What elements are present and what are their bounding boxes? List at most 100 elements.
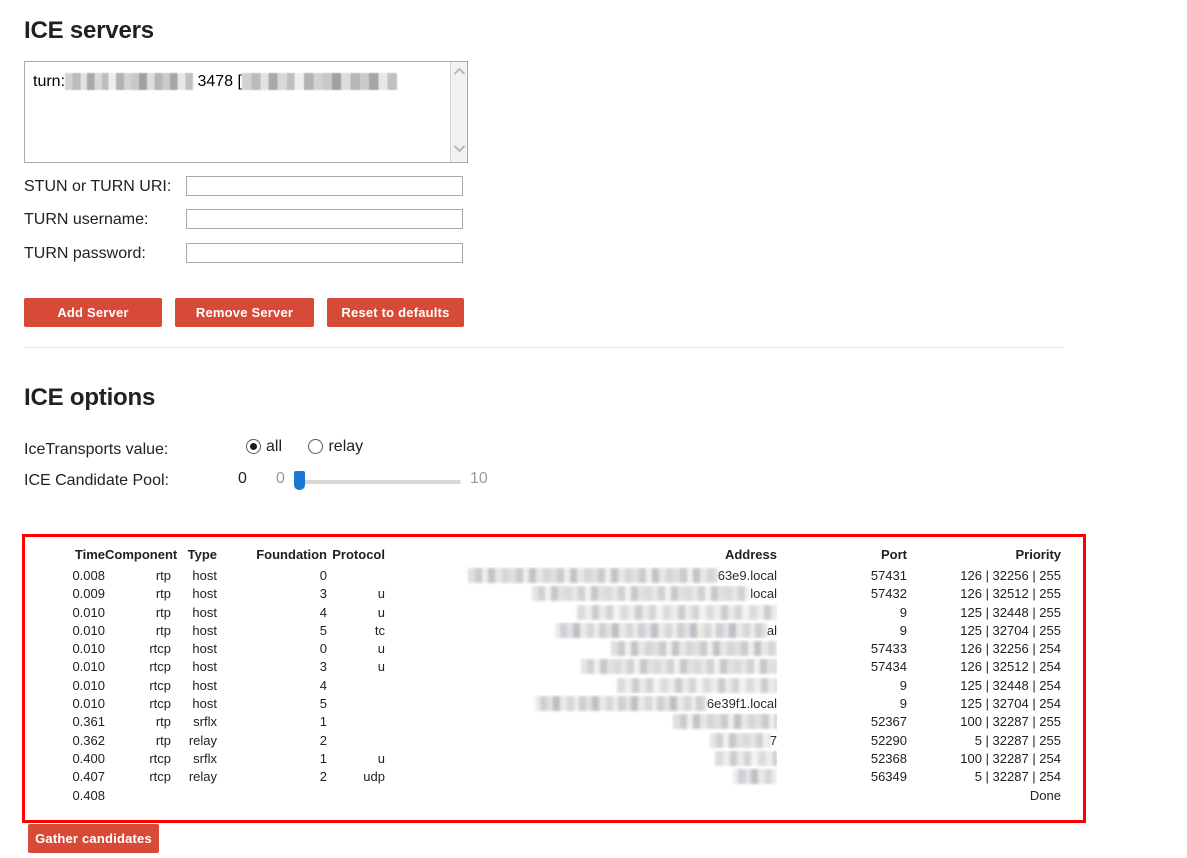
table-row: 0.010 rtp host 4 u 9 125 | 32448 | 255 xyxy=(49,604,1061,622)
cell-time: 0.010 xyxy=(72,696,105,712)
ice-candidate-pool-label: ICE Candidate Pool: xyxy=(24,472,169,489)
cell-priority: 100 | 32287 | 255 xyxy=(960,714,1061,730)
header-protocol: Protocol xyxy=(332,547,385,562)
cell-component: rtp xyxy=(155,568,171,583)
redacted-credentials xyxy=(241,73,397,90)
cell-foundation: 1 xyxy=(319,714,327,730)
cell-priority: 5 | 32287 | 254 xyxy=(974,769,1061,785)
cell-component: rtp xyxy=(155,714,171,730)
remove-server-button[interactable]: Remove Server xyxy=(175,298,314,327)
cell-foundation: 2 xyxy=(319,732,327,748)
address-visible-suffix: 7 xyxy=(769,732,777,748)
cell-component: rtcp xyxy=(149,769,171,785)
cell-component: rtcp xyxy=(149,641,171,657)
cell-address xyxy=(385,787,777,805)
cell-component xyxy=(105,787,171,805)
radio-dot-all-icon[interactable] xyxy=(246,439,261,454)
candidates-table: Time Component Type Foundation Protocol … xyxy=(49,547,1061,805)
cell-type xyxy=(171,787,217,805)
cell-priority: 125 | 32704 | 255 xyxy=(960,622,1061,638)
cell-component: rtcp xyxy=(149,659,171,675)
radio-label-all: all xyxy=(266,438,283,455)
chevron-up-icon[interactable] xyxy=(451,65,468,82)
cell-time: 0.010 xyxy=(72,622,105,638)
header-port: Port xyxy=(881,547,907,562)
radio-dot-relay-icon[interactable] xyxy=(308,439,324,454)
cell-component: rtcp xyxy=(149,750,171,766)
cell-protocol: u xyxy=(377,604,385,620)
table-row: 0.008 rtp host 0 63e9.local 57431 126 | 32256 … xyxy=(49,567,1061,585)
stun-turn-uri-input[interactable] xyxy=(186,176,463,196)
cell-time: 0.407 xyxy=(72,769,105,785)
cell-type: host xyxy=(192,586,217,602)
cell-protocol xyxy=(327,677,385,695)
chevron-down-icon[interactable] xyxy=(451,142,468,159)
trickle-ice-page: ICE servers turn: 3478 [ STUN or TURN UR… xyxy=(0,0,1187,858)
ice-server-entry-prefix: turn: xyxy=(33,73,66,90)
turn-username-label: TURN username: xyxy=(24,211,149,228)
header-foundation: Foundation xyxy=(256,547,327,562)
gather-candidates-button[interactable]: Gather candidates xyxy=(28,824,159,853)
cell-protocol xyxy=(327,567,385,585)
cell-port: 9 xyxy=(899,696,907,712)
cell-address: local xyxy=(385,585,777,603)
cell-priority: 126 | 32256 | 255 xyxy=(960,568,1061,583)
redacted-address xyxy=(467,568,718,583)
cell-protocol: u xyxy=(377,659,385,675)
cell-address xyxy=(385,604,777,622)
turn-username-input[interactable] xyxy=(186,209,463,229)
turn-password-input[interactable] xyxy=(186,243,463,263)
icetransports-label: IceTransports value: xyxy=(24,441,169,458)
redacted-address xyxy=(673,714,777,730)
redacted-address xyxy=(534,696,707,712)
radio-option-relay[interactable]: relay xyxy=(308,438,363,456)
cell-type: host xyxy=(192,677,217,693)
cell-priority: 125 | 32448 | 255 xyxy=(960,604,1061,620)
add-server-button[interactable]: Add Server xyxy=(24,298,162,327)
address-visible-suffix: 63e9.local xyxy=(717,568,777,583)
cell-type: host xyxy=(192,604,217,620)
table-row: 0.362 rtp relay 2 7 52290 5 | 32287 | 255 xyxy=(49,732,1061,750)
cell-component: rtp xyxy=(155,622,171,638)
table-row: 0.407 rtcp relay 2 udp 56349 5 | 32287 | 254 xyxy=(49,768,1061,786)
ice-servers-textarea[interactable]: turn: 3478 [ xyxy=(24,61,468,163)
cell-foundation: 2 xyxy=(319,769,327,785)
radio-option-all[interactable]: all xyxy=(246,438,282,456)
cell-foundation: 5 xyxy=(319,696,327,712)
cell-type: relay xyxy=(188,732,217,748)
header-type: Type xyxy=(187,547,217,562)
table-row: 0.010 rtcp host 3 u 57434 126 | 32512 | 254 xyxy=(49,658,1061,676)
cell-protocol: udp xyxy=(363,769,385,785)
cell-protocol: tc xyxy=(374,622,385,638)
address-visible-suffix: al xyxy=(766,622,777,638)
textarea-scrollbar[interactable] xyxy=(450,62,467,162)
cell-priority: 126 | 32512 | 255 xyxy=(960,586,1061,602)
ice-server-entry-port: 3478 xyxy=(197,73,234,90)
cell-address: 63e9.local xyxy=(385,567,777,585)
cell-component: rtcp xyxy=(149,677,171,693)
cell-protocol xyxy=(327,787,385,805)
cell-foundation: 0 xyxy=(319,568,327,583)
cell-priority: 126 | 32256 | 254 xyxy=(960,641,1061,657)
pool-slider-track[interactable] xyxy=(296,480,461,484)
cell-foundation xyxy=(217,787,327,805)
pool-slider-thumb[interactable] xyxy=(294,471,305,490)
reset-to-defaults-button[interactable]: Reset to defaults xyxy=(327,298,464,327)
header-component: Component xyxy=(105,547,178,562)
cell-address: 6e39f1.local xyxy=(385,695,777,713)
cell-foundation: 0 xyxy=(319,641,327,657)
cell-address: 7 xyxy=(385,732,777,750)
cell-foundation: 1 xyxy=(319,750,327,766)
cell-component: rtp xyxy=(155,732,171,748)
redacted-address xyxy=(581,659,777,675)
table-row: 0.009 rtp host 3 u local 57432 126 | 32512 | 25… xyxy=(49,585,1061,603)
cell-type: host xyxy=(192,641,217,657)
cell-time: 0.009 xyxy=(72,586,105,602)
redacted-address xyxy=(733,769,777,785)
cell-priority: 100 | 32287 | 254 xyxy=(960,750,1061,766)
cell-time: 0.010 xyxy=(72,604,105,620)
cell-priority: 5 | 32287 | 255 xyxy=(974,732,1061,748)
cell-address xyxy=(385,768,777,786)
cell-component: rtp xyxy=(155,604,171,620)
cell-address xyxy=(385,750,777,768)
